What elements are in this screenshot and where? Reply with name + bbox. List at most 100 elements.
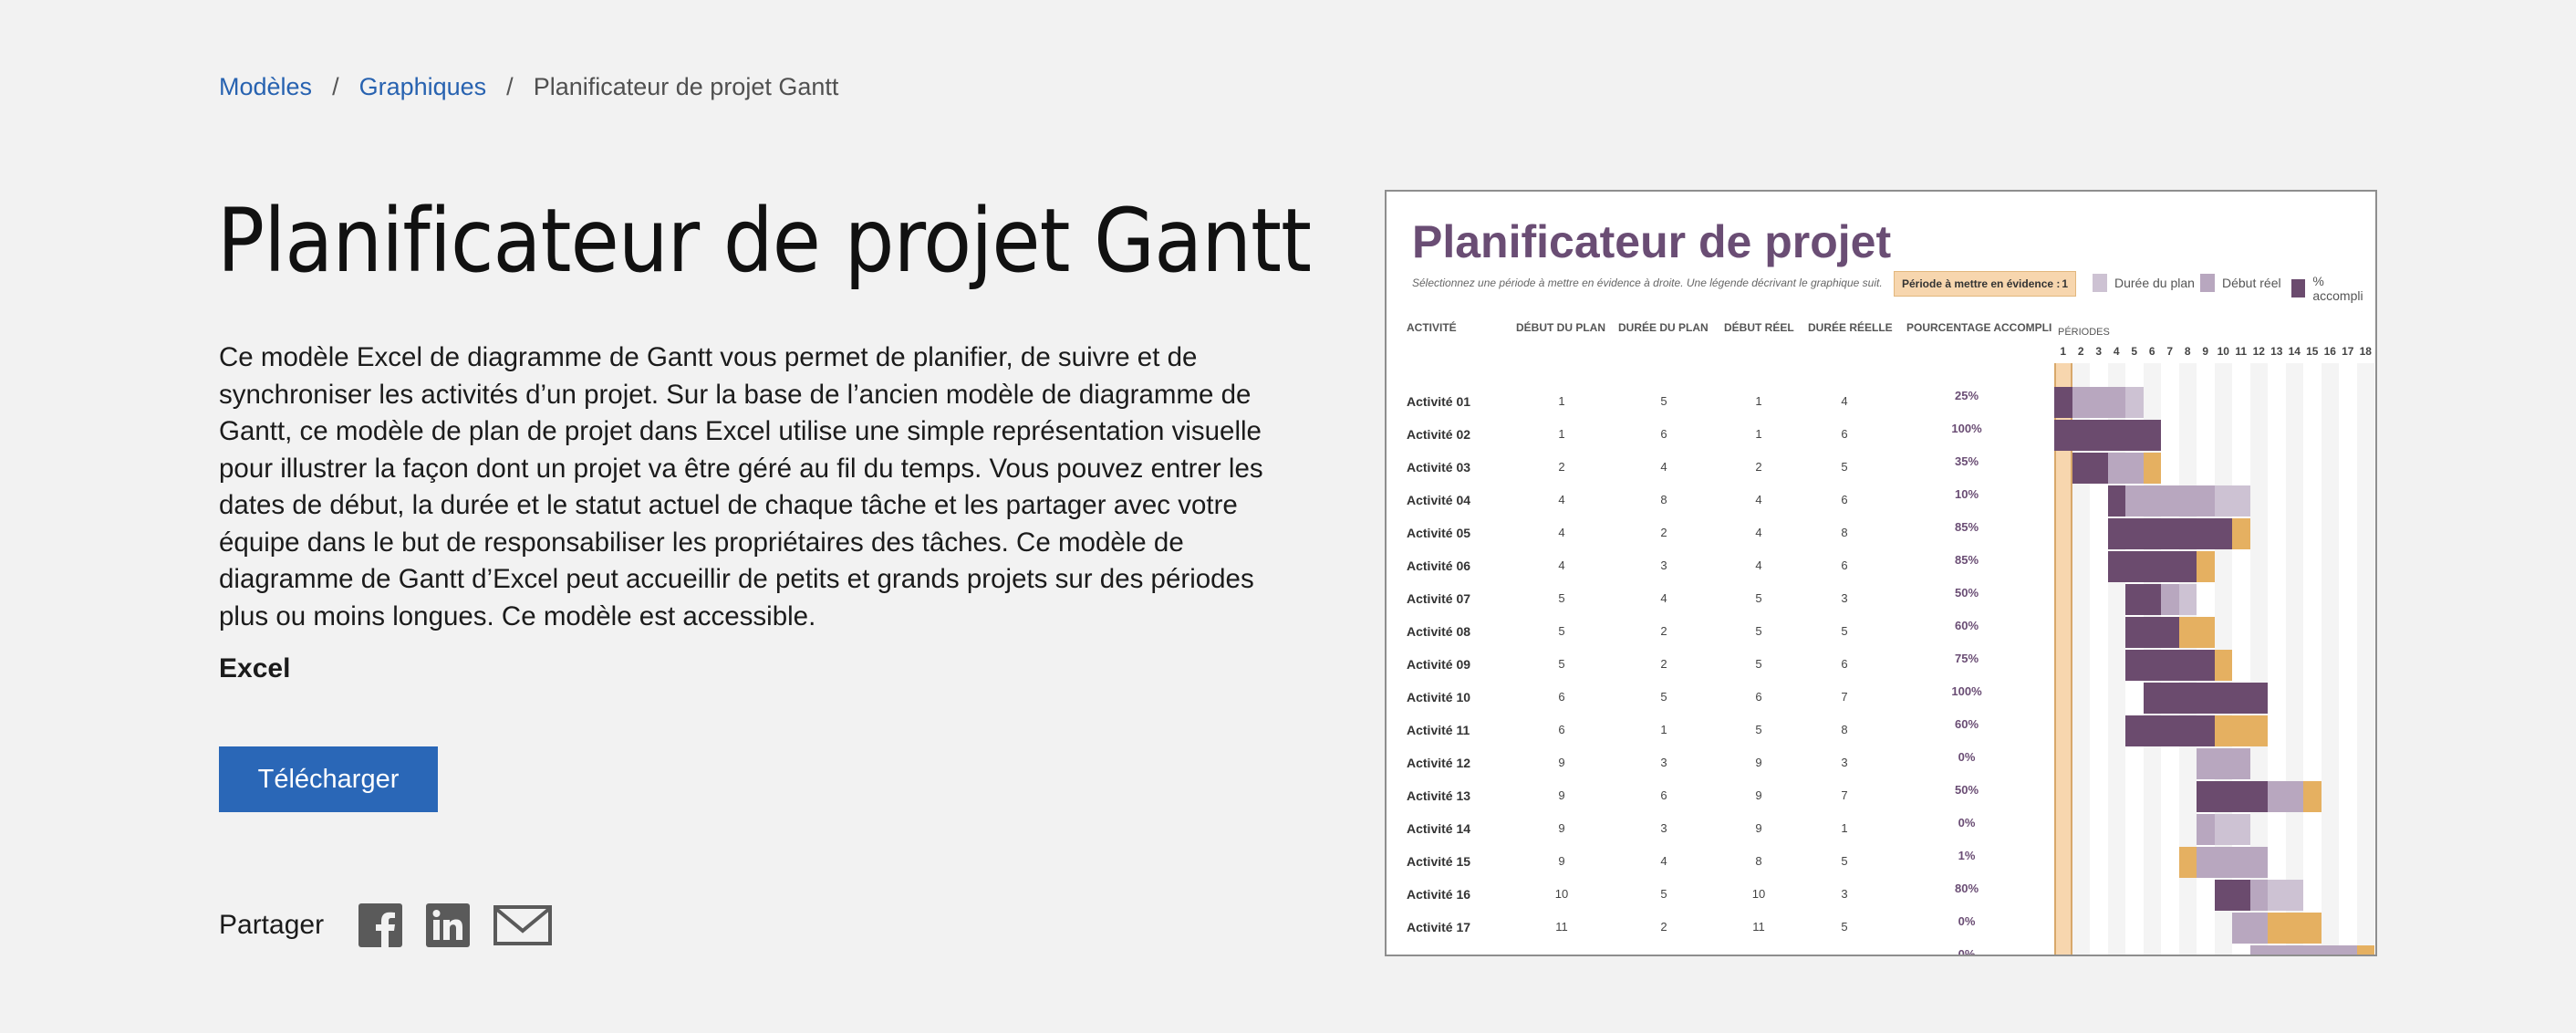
actual-start-value: 9 [1755, 821, 1762, 835]
actual-duration-value: 1 [1841, 821, 1848, 835]
actual-start-value: 1 [1755, 427, 1762, 441]
plan-duration-value: 6 [1660, 788, 1667, 802]
plan-start-value: 2 [1558, 460, 1565, 474]
activity-name: Activité 18 [1407, 953, 1470, 955]
actual-start-value: 1 [1755, 394, 1762, 408]
period-number: 15 [2306, 345, 2319, 358]
percent-complete-value: 35% [1954, 454, 1979, 468]
period-number: 7 [2166, 345, 2174, 358]
facebook-icon[interactable] [358, 903, 403, 947]
period-column [2356, 363, 2374, 955]
period-column [2285, 363, 2303, 955]
plan-duration-value: 4 [1660, 591, 1667, 605]
percent-complete-value: 75% [1954, 652, 1979, 665]
period-number: 10 [2217, 345, 2229, 358]
period-number: 16 [2323, 345, 2336, 358]
actual-start-value: 5 [1755, 723, 1762, 736]
linkedin-icon[interactable] [426, 903, 471, 947]
actual-duration-value: 6 [1841, 558, 1848, 572]
activity-name: Activité 08 [1407, 624, 1471, 639]
period-number: 11 [2235, 345, 2248, 358]
plan-start-value: 9 [1558, 756, 1565, 769]
highlight-period-box: Période à mettre en évidence : 1 [1894, 271, 2076, 297]
page-title: Planificateur de projet Gantt [217, 190, 1312, 292]
header-actual-start: DÉBUT RÉEL [1724, 321, 1794, 334]
actual-start-value: 2 [1755, 460, 1762, 474]
download-button[interactable]: Télécharger [219, 746, 438, 812]
period-column [2339, 363, 2357, 955]
percent-complete-value: 50% [1954, 586, 1979, 600]
percent-complete-bar [2107, 518, 2232, 549]
preview-subtitle: Sélectionnez une période à mettre en évi… [1412, 277, 1883, 289]
legend-actual: Début réel [2200, 274, 2281, 292]
activity-name: Activité 14 [1407, 821, 1471, 836]
plan-start-value: 6 [1558, 690, 1565, 704]
plan-duration-value: 5 [1660, 690, 1667, 704]
actual-start-value: 4 [1755, 558, 1762, 572]
breadcrumb-link-modeles[interactable]: Modèles [219, 73, 312, 101]
plan-duration-value: 3 [1660, 821, 1667, 835]
plan-start-value: 5 [1558, 624, 1565, 638]
legend-complete: % accompli [2291, 274, 2375, 303]
legend-plan: Durée du plan [2093, 274, 2195, 292]
plan-duration-value: 5 [1660, 394, 1667, 408]
breadcrumb-separator: / [332, 73, 339, 100]
actual-duration-value: 8 [1841, 526, 1848, 539]
percent-complete-bar [2072, 453, 2108, 484]
actual-start-value: 8 [1755, 854, 1762, 868]
percent-complete-bar [2214, 880, 2250, 911]
percent-complete-value: 0% [1958, 914, 1976, 928]
header-actual-duration: DURÉE RÉELLE [1808, 321, 1893, 334]
activity-name: Activité 10 [1407, 690, 1471, 704]
actual-start-value: 4 [1755, 493, 1762, 506]
percent-complete-bar [2125, 650, 2215, 681]
period-number: 1 [2060, 345, 2067, 358]
activity-name: Activité 06 [1407, 558, 1471, 573]
period-number: 5 [2131, 345, 2138, 358]
breadcrumb: Modèles / Graphiques / Planificateur de … [219, 73, 838, 101]
period-number: 14 [2288, 345, 2301, 358]
plan-duration-value: 4 [1660, 460, 1667, 474]
period-number: 9 [2202, 345, 2209, 358]
template-preview-image[interactable]: Planificateur de projet Sélectionnez une… [1385, 190, 2377, 956]
legend-swatch [2200, 274, 2215, 292]
plan-start-value: 9 [1558, 854, 1565, 868]
actual-duration-value: 4 [1841, 394, 1848, 408]
plan-duration-value: 3 [1660, 558, 1667, 572]
app-name: Excel [219, 653, 291, 683]
percent-complete-value: 85% [1954, 553, 1979, 567]
activity-name: Activité 13 [1407, 788, 1471, 803]
percent-complete-value: 0% [1958, 816, 1976, 830]
percent-complete-bar [2054, 420, 2161, 451]
breadcrumb-current: Planificateur de projet Gantt [533, 73, 839, 100]
actual-within-plan-bar [2249, 945, 2357, 955]
mail-icon[interactable] [493, 903, 553, 947]
period-number: 8 [2184, 345, 2191, 358]
percent-complete-value: 50% [1954, 783, 1979, 797]
actual-duration-value: 3 [1841, 756, 1848, 769]
template-description: Ce modèle Excel de diagramme de Gantt vo… [219, 342, 1263, 631]
plan-start-value: 11 [1555, 920, 1568, 934]
plan-start-value: 4 [1558, 526, 1565, 539]
actual-start-value: 6 [1755, 690, 1762, 704]
plan-duration-value: 1 [1660, 723, 1667, 736]
plan-duration-value: 6 [1660, 427, 1667, 441]
preview-title: Planificateur de projet [1412, 216, 1892, 267]
percent-complete-value: 85% [1954, 520, 1979, 534]
percent-complete-value: 10% [1954, 487, 1979, 501]
period-number: 18 [2359, 345, 2372, 358]
highlight-period-value: 1 [2062, 277, 2068, 290]
breadcrumb-link-graphiques[interactable]: Graphiques [359, 73, 487, 101]
actual-start-value: 5 [1755, 657, 1762, 671]
percent-complete-value: 80% [1954, 882, 1979, 895]
periods-label: PÉRIODES [2058, 327, 2110, 338]
activity-name: Activité 09 [1407, 657, 1471, 672]
period-column [2321, 363, 2339, 955]
share-section: Partager [219, 903, 576, 947]
header-activity: ACTIVITÉ [1407, 321, 1457, 334]
actual-duration-value: 7 [1841, 690, 1848, 704]
actual-duration-value: 3 [1841, 591, 1848, 605]
period-number: 2 [2077, 345, 2084, 358]
activity-name: Activité 05 [1407, 526, 1471, 540]
actual-start-value: 12 [1740, 953, 1777, 955]
